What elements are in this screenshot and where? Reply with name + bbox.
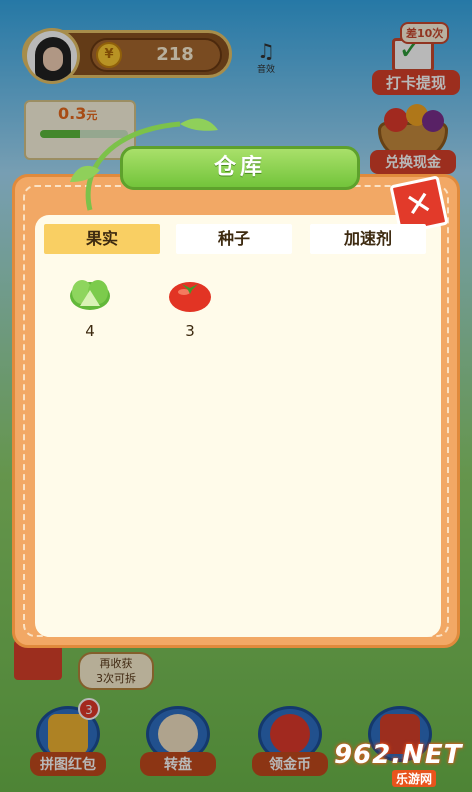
vine-leaf-right [180,118,218,131]
close-icon: ✕ [401,182,436,226]
tab-fruit[interactable]: 果实 [44,224,160,254]
lettuce-icon [70,280,110,310]
inventory-item-lettuce[interactable]: 4 [60,272,120,344]
tomato-icon [169,282,211,312]
tab-accelerator[interactable]: 加速剂 [310,224,426,254]
watermark-text: 乐游网 [392,770,437,787]
vine-leaf-left [70,165,100,182]
tab-seeds[interactable]: 种子 [176,224,292,254]
modal-title: 仓库 [120,146,360,190]
watermark-logo: 962.NET [334,740,463,770]
lettuce-count: 4 [85,322,95,340]
inventory-item-tomato[interactable]: 3 [160,272,220,344]
site-watermark: 962.NET 乐游网 [334,740,468,788]
tomato-count: 3 [185,322,195,340]
